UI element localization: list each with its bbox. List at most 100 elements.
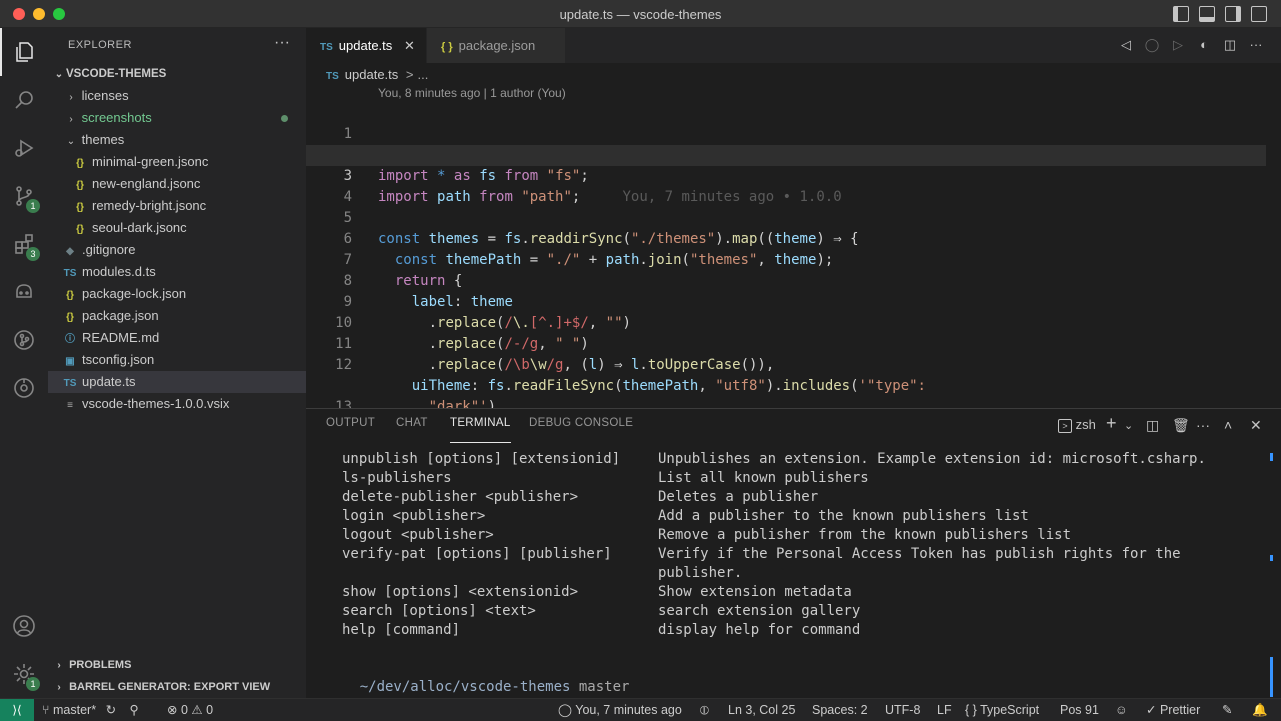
copilot-icon[interactable] xyxy=(0,268,48,316)
chevron-down-icon[interactable]: ⌄ xyxy=(1124,419,1133,432)
copilot-status-icon[interactable]: ☺ xyxy=(1115,699,1128,721)
toggle-sidebar-icon[interactable] xyxy=(1173,6,1189,22)
blame-text: You, 7 minutes ago xyxy=(575,703,682,717)
blame-status[interactable]: ◯ You, 7 minutes ago xyxy=(558,699,682,721)
code-line[interactable]: 6 const themePath = "./" + path.join("th… xyxy=(306,208,1266,268)
code-line[interactable]: 7 return { xyxy=(306,229,1266,289)
close-tab-icon[interactable]: ✕ xyxy=(404,28,415,63)
code-line[interactable]: 9 .replace(/\.[^.]+$/, "") xyxy=(306,271,1266,331)
terminal-shell-selector[interactable]: > zsh xyxy=(1058,417,1096,433)
more-actions-icon[interactable]: ··· xyxy=(1196,417,1210,433)
code-line[interactable]: 11 .replace(/\b\w/g, (l) ⇒ l.toUpperCase… xyxy=(306,313,1266,373)
tree-item-new-england[interactable]: {} new-england.jsonc xyxy=(48,173,306,195)
more-actions-icon[interactable]: ··· xyxy=(274,34,290,52)
tree-item-remedy-bright[interactable]: {} remedy-bright.jsonc xyxy=(48,195,306,217)
more-editor-actions-icon[interactable]: ··· xyxy=(1248,37,1264,53)
sync-icon[interactable]: ↻ xyxy=(106,703,116,717)
tab-debug-console[interactable]: DEBUG CONSOLE xyxy=(529,417,633,443)
tree-item-label: screenshots xyxy=(81,110,152,125)
git-commit-icon[interactable]: ⦶ xyxy=(700,699,709,721)
remote-indicator-icon[interactable]: ⟩⟨ xyxy=(0,699,34,721)
tree-item-vsix[interactable]: ≡ vscode-themes-1.0.0.vsix xyxy=(48,393,306,415)
chevron-right-icon: › xyxy=(57,682,61,693)
breadcrumb[interactable]: TS update.ts >... xyxy=(326,64,428,86)
prompt-path: ~/dev/alloc/vscode-themes xyxy=(359,679,571,695)
section-barrel-generator[interactable]: › BARREL GENERATOR: EXPORT VIEW xyxy=(48,676,306,698)
code-editor[interactable]: You, 8 minutes ago | 1 author (You) 1 im… xyxy=(306,86,1281,408)
chevron-right-icon: › xyxy=(69,114,73,125)
source-control-icon[interactable]: 1 xyxy=(0,172,48,220)
git-lens-icon[interactable]: ◐ xyxy=(1196,37,1212,53)
tab-update-ts[interactable]: TS update.ts ✕ xyxy=(306,28,426,63)
tree-item-package-lock[interactable]: {} package-lock.json xyxy=(48,283,306,305)
next-change-icon[interactable]: ▷ xyxy=(1170,37,1186,53)
code-line[interactable]: 5 const themes = fs.readdirSync("./theme… xyxy=(306,187,1266,247)
workspace-root[interactable]: ⌄ VSCODE-THEMES xyxy=(48,63,306,85)
code-line-current[interactable]: 3 import path from "path"; You, 7 minute… xyxy=(306,145,1266,205)
close-panel-icon[interactable]: ✕ xyxy=(1250,417,1262,434)
tree-item-update-ts[interactable]: TS update.ts xyxy=(48,371,306,393)
maximize-panel-icon[interactable]: ˄ xyxy=(1224,417,1232,433)
remote-icon[interactable] xyxy=(0,364,48,412)
info-file-icon: ⓘ xyxy=(65,334,75,345)
tree-item-tsconfig[interactable]: ▣ tsconfig.json xyxy=(48,349,306,371)
explorer-icon[interactable] xyxy=(0,28,48,76)
tab-package-json[interactable]: { } package.json xyxy=(427,28,565,63)
tab-output[interactable]: OUTPUT xyxy=(326,417,375,443)
tree-item-seoul-dark[interactable]: {} seoul-dark.jsonc xyxy=(48,217,306,239)
new-terminal-icon[interactable]: + xyxy=(1106,413,1117,434)
branch-status[interactable]: ⑂ master* ↻ ⚲ xyxy=(42,699,139,721)
split-editor-icon[interactable]: ◫ xyxy=(1222,37,1238,53)
customize-layout-icon[interactable] xyxy=(1251,6,1267,22)
tree-item-themes[interactable]: ⌄ themes xyxy=(48,129,306,151)
section-problems[interactable]: › PROBLEMS xyxy=(48,654,306,676)
breadcrumb-rest[interactable]: ... xyxy=(418,67,429,82)
tree-item-gitignore[interactable]: ◆ .gitignore xyxy=(48,239,306,261)
code-line[interactable]: 8 label: theme xyxy=(306,250,1266,310)
notifications-bell-icon[interactable]: 🔔 xyxy=(1252,699,1268,721)
tab-chat[interactable]: CHAT xyxy=(396,417,428,443)
problems-status[interactable]: ⊗ 0 ⚠ 0 xyxy=(167,699,213,721)
code-line[interactable]: 13 ? "vs-dark" xyxy=(306,376,1266,408)
end-of-line[interactable]: LF xyxy=(937,699,952,721)
tree-item-licenses[interactable]: › licenses xyxy=(48,85,306,107)
code-line[interactable]: 10 .replace(/-/g, " ") xyxy=(306,292,1266,352)
open-changes-icon[interactable]: ◁ xyxy=(1118,37,1134,53)
blame-codelens[interactable]: You, 8 minutes ago | 1 author (You) xyxy=(378,86,566,100)
code-line[interactable]: 1 import editInPlace from "json-in-place… xyxy=(306,103,1266,163)
publish-icon[interactable]: ⚲ xyxy=(130,703,139,717)
tree-item-package-json[interactable]: {} package.json xyxy=(48,305,306,327)
encoding[interactable]: UTF-8 xyxy=(885,699,920,721)
pos-indicator[interactable]: Pos 91 xyxy=(1060,699,1099,721)
account-icon[interactable] xyxy=(0,602,48,650)
tree-item-screenshots[interactable]: › screenshots xyxy=(48,107,306,129)
terminal-prompt[interactable]: ~/dev/alloc/vscode-themes master xyxy=(326,659,630,695)
terminal-description: Add a publisher to the known publishers … xyxy=(658,508,1029,524)
indentation[interactable]: Spaces: 2 xyxy=(812,699,868,721)
run-debug-icon[interactable] xyxy=(0,124,48,172)
tree-item-modules-d-ts[interactable]: TS modules.d.ts xyxy=(48,261,306,283)
terminal-input-line[interactable]: ○ ❯ xyxy=(312,678,387,714)
cursor-position[interactable]: Ln 3, Col 25 xyxy=(728,699,795,721)
tree-item-minimal-green[interactable]: {} minimal-green.jsonc xyxy=(48,151,306,173)
manage-gear-icon[interactable]: 1 xyxy=(0,650,48,698)
previous-change-icon[interactable]: ◯ xyxy=(1144,37,1160,53)
tree-item-readme[interactable]: ⓘ README.md xyxy=(48,327,306,349)
code-line[interactable]: 4 xyxy=(306,166,1266,205)
tab-terminal[interactable]: TERMINAL xyxy=(450,417,511,443)
kill-terminal-icon[interactable]: 🗑 xyxy=(1172,417,1190,434)
split-terminal-icon[interactable]: ◫ xyxy=(1146,417,1159,434)
code-line-wrapped[interactable]: "dark"') xyxy=(306,355,1266,408)
prettier-status[interactable]: ✓ Prettier xyxy=(1146,699,1200,721)
extensions-icon[interactable]: 3 xyxy=(0,220,48,268)
code-line[interactable]: 12 uiTheme: fs.readFileSync(themePath, "… xyxy=(306,334,1266,394)
search-icon[interactable] xyxy=(0,76,48,124)
toggle-secondary-sidebar-icon[interactable] xyxy=(1225,6,1241,22)
breadcrumb-file[interactable]: update.ts xyxy=(345,67,399,82)
code-line[interactable]: 2 import * as fs from "fs"; xyxy=(306,124,1266,184)
language-mode[interactable]: { } TypeScript xyxy=(965,699,1039,721)
git-graph-icon[interactable] xyxy=(0,316,48,364)
feedback-icon[interactable]: ✎ xyxy=(1222,699,1232,721)
toggle-panel-icon[interactable] xyxy=(1199,6,1215,22)
code-line[interactable]: 14 : "vs" xyxy=(306,397,1266,408)
